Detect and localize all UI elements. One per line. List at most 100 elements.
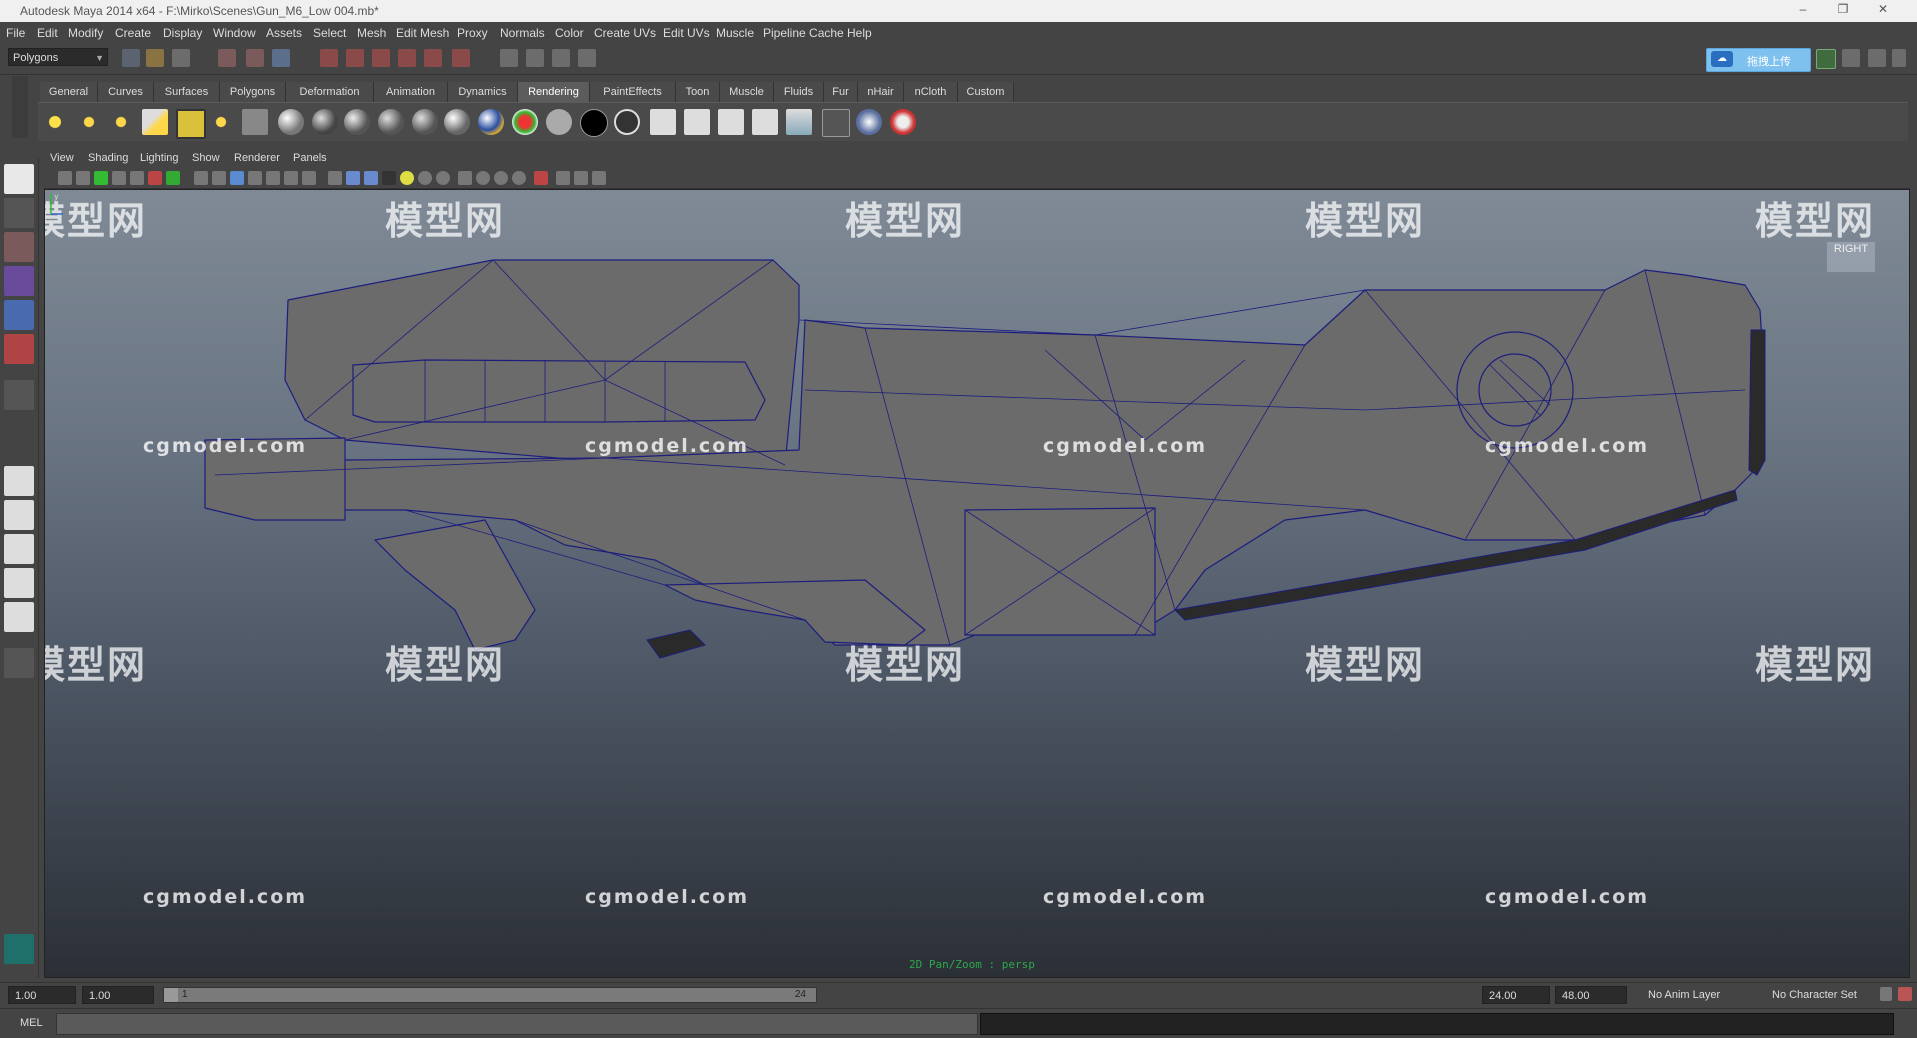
text-icon[interactable] xyxy=(302,171,316,185)
tab-rendering[interactable]: Rendering xyxy=(518,82,590,102)
view-cube[interactable]: RIGHT xyxy=(1827,242,1875,272)
screen-space-ao-icon[interactable] xyxy=(512,171,526,185)
textured-icon[interactable] xyxy=(248,171,262,185)
menu-help[interactable]: Help xyxy=(847,26,872,40)
batch-render-icon[interactable] xyxy=(718,109,744,135)
menu-set-dropdown[interactable]: Polygons ▼ xyxy=(8,48,108,66)
character-set-dropdown[interactable]: No Character Set xyxy=(1766,986,1878,1004)
start-time-field[interactable]: 1.00 xyxy=(8,986,76,1004)
point-light-icon[interactable] xyxy=(108,109,134,135)
multisample-aa-icon[interactable] xyxy=(476,171,490,185)
ipr-render-shelf-icon[interactable] xyxy=(684,109,710,135)
area-light-icon[interactable] xyxy=(176,109,206,139)
select-by-hierarchy-icon[interactable] xyxy=(218,49,236,67)
paint-select-tool-icon[interactable] xyxy=(4,232,34,262)
lambert-icon[interactable] xyxy=(278,109,304,135)
snap-point-icon[interactable] xyxy=(372,49,390,67)
tab-muscle[interactable]: Muscle xyxy=(720,82,774,102)
tab-curves[interactable]: Curves xyxy=(98,82,154,102)
image-plane-icon[interactable] xyxy=(112,171,126,185)
panel-menu-lighting[interactable]: Lighting xyxy=(140,152,179,164)
tab-deformation[interactable]: Deformation xyxy=(286,82,374,102)
shadows-icon[interactable] xyxy=(284,171,298,185)
last-tool-icon[interactable] xyxy=(4,380,34,410)
minimize-button[interactable]: – xyxy=(1790,2,1816,18)
snap-curve-icon[interactable] xyxy=(346,49,364,67)
tool-settings-icon[interactable] xyxy=(1842,49,1860,67)
open-scene-icon[interactable] xyxy=(146,49,164,67)
volume-light-icon[interactable] xyxy=(208,109,234,135)
isolate-select-icon[interactable] xyxy=(458,171,472,185)
viewport-3d[interactable]: 模型网 模型网 模型网 模型网 模型网 cgmodel.com cgmodel.… xyxy=(44,189,1910,978)
persp-outliner-layout-icon[interactable] xyxy=(4,534,34,564)
use-background-icon[interactable] xyxy=(546,109,572,135)
magnet-icon[interactable] xyxy=(452,49,470,67)
render-view-icon[interactable] xyxy=(500,49,518,67)
tab-fur[interactable]: Fur xyxy=(824,82,858,102)
panel-menu-shading[interactable]: Shading xyxy=(88,152,128,164)
panel-menu-renderer[interactable]: Renderer xyxy=(234,152,280,164)
xray-active-components-icon[interactable] xyxy=(364,171,378,185)
xray-joints-icon[interactable] xyxy=(346,171,360,185)
menu-proxy[interactable]: Proxy xyxy=(457,26,488,40)
render-layer-icon[interactable] xyxy=(822,109,850,137)
anisotropic-icon[interactable] xyxy=(412,109,438,135)
phong-e-icon[interactable] xyxy=(378,109,404,135)
menu-assets[interactable]: Assets xyxy=(266,26,302,40)
channel-box-icon[interactable] xyxy=(1868,49,1886,67)
select-by-object-icon[interactable] xyxy=(246,49,264,67)
spot-light-icon[interactable] xyxy=(142,109,168,135)
tab-general[interactable]: General xyxy=(40,82,98,102)
tab-nhair[interactable]: nHair xyxy=(858,82,904,102)
upload-button[interactable]: ☁ 拖拽上传 xyxy=(1706,48,1811,72)
persp-hypershade-layout-icon[interactable] xyxy=(4,602,34,632)
menu-pipeline-cache[interactable]: Pipeline Cache xyxy=(763,26,844,40)
persp-graph-layout-icon[interactable] xyxy=(4,568,34,598)
surface-shader-icon[interactable] xyxy=(512,109,538,135)
menu-edit[interactable]: Edit xyxy=(37,26,58,40)
render-current-frame-icon[interactable] xyxy=(650,109,676,135)
panel-menu-show[interactable]: Show xyxy=(192,152,220,164)
phong-icon[interactable] xyxy=(344,109,370,135)
four-view-layout-icon[interactable] xyxy=(4,500,34,530)
checker-icon[interactable] xyxy=(382,171,396,185)
menu-edit-uvs[interactable]: Edit UVs xyxy=(663,26,710,40)
attribute-editor-icon[interactable] xyxy=(1816,49,1836,69)
layer-editor-icon[interactable] xyxy=(1892,49,1906,67)
paint-icon[interactable] xyxy=(890,109,916,135)
bookmark-icon[interactable] xyxy=(94,171,108,185)
restore-button[interactable]: ❐ xyxy=(1830,2,1856,18)
new-scene-icon[interactable] xyxy=(122,49,140,67)
panel-menu-view[interactable]: View xyxy=(50,152,74,164)
tab-custom[interactable]: Custom xyxy=(958,82,1014,102)
tab-dynamics[interactable]: Dynamics xyxy=(448,82,518,102)
move-tool-icon[interactable] xyxy=(4,266,34,296)
current-time-field[interactable]: 1.00 xyxy=(82,986,154,1004)
range-slider[interactable]: 1 24 xyxy=(163,987,817,1003)
film-gate-icon[interactable] xyxy=(148,171,162,185)
safe-action-icon[interactable] xyxy=(574,171,588,185)
range-slider-handle[interactable] xyxy=(164,988,178,1002)
render-region-icon[interactable] xyxy=(752,109,778,135)
hypershade-icon[interactable] xyxy=(242,109,268,135)
motion-blur-icon[interactable] xyxy=(436,171,450,185)
layout-options-icon[interactable] xyxy=(4,648,34,678)
preferences-icon[interactable] xyxy=(1898,987,1912,1001)
ambient-light-icon[interactable] xyxy=(42,109,68,135)
tab-polygons[interactable]: Polygons xyxy=(220,82,286,102)
menu-modify[interactable]: Modify xyxy=(68,26,103,40)
wireframe-icon[interactable] xyxy=(194,171,208,185)
resolution-gate-icon[interactable] xyxy=(166,171,180,185)
menu-window[interactable]: Window xyxy=(213,26,256,40)
save-scene-icon[interactable] xyxy=(172,49,190,67)
directional-light-icon[interactable] xyxy=(76,109,102,135)
safe-title-icon[interactable] xyxy=(592,171,606,185)
command-language-label[interactable]: MEL xyxy=(20,1017,43,1029)
layered-shader-icon[interactable] xyxy=(444,109,470,135)
mental-ray-icon[interactable] xyxy=(856,109,882,135)
select-camera-icon[interactable] xyxy=(58,171,72,185)
render-settings-shelf-icon[interactable] xyxy=(786,109,812,135)
close-button[interactable]: ✕ xyxy=(1870,2,1896,18)
menu-create-uvs[interactable]: Create UVs xyxy=(594,26,656,40)
xray-icon[interactable] xyxy=(328,171,342,185)
